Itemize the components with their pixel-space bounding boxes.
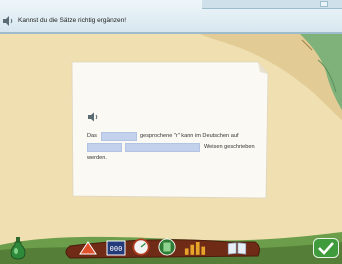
sentence-speaker-icon[interactable] [87,112,99,122]
exercise-paper [71,61,269,199]
arrow-icon[interactable] [78,240,98,256]
bottom-toolbar: 000 [0,234,342,264]
cabinet-icon[interactable] [158,238,176,256]
instruction-banner: Kannst du die Sätze richtig ergänzen! [0,0,342,34]
book-icon[interactable] [226,241,248,255]
svg-text:000: 000 [110,245,123,253]
word-das: Das [87,133,97,139]
numbers-icon[interactable]: 000 [106,240,126,256]
speaker-icon[interactable] [2,15,14,27]
word-weisen: Weisen geschrieben [204,144,255,150]
gap-input-1[interactable] [101,132,137,141]
gap-input-3[interactable] [125,143,200,152]
gap-input-2[interactable] [87,143,122,152]
potion-icon[interactable] [10,236,26,260]
bars-icon[interactable] [184,239,206,256]
banner-scroll-handle[interactable] [320,1,328,7]
gauge-icon[interactable] [132,238,150,256]
word-werden: werden. [87,155,107,161]
instruction-text: Kannst du die Sätze richtig ergänzen! [18,17,127,24]
word-gesprochene: gesprochene "r" kann im Deutschen auf [140,133,239,139]
check-icon[interactable] [313,238,339,258]
